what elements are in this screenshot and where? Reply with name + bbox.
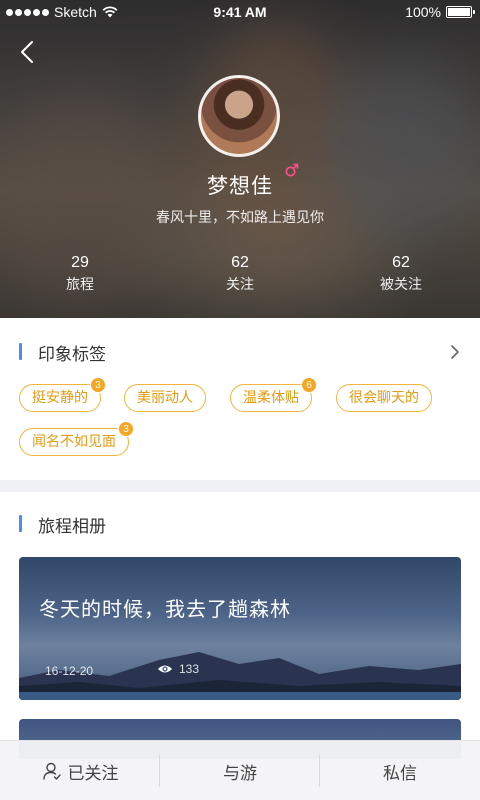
stat-followers-label: 被关注 [380, 277, 422, 293]
avatar[interactable] [198, 75, 280, 157]
tag-count-badge: 3 [118, 421, 134, 437]
section-accent-bar [19, 515, 22, 532]
section-accent-bar [19, 343, 22, 360]
album-section-header: 旅程相册 [0, 512, 480, 537]
section-divider [0, 480, 480, 492]
stat-trips-label: 旅程 [66, 277, 94, 293]
battery-icon [446, 6, 475, 18]
album-date: 16-12-20 [45, 664, 94, 678]
album-view-count: 133 [179, 662, 200, 676]
profile-signature: 春风十里，不如路上遇见你 [156, 210, 324, 226]
tag-chip[interactable]: 闻名不如见面 3 [19, 421, 134, 456]
back-arrow-icon[interactable] [14, 38, 42, 66]
tag-label: 美丽动人 [137, 390, 193, 406]
stat-following-label: 关注 [226, 277, 254, 293]
stat-following[interactable]: 62 关注 [180, 254, 300, 294]
album-views: 133 [157, 662, 199, 676]
tag-label: 温柔体贴 [243, 390, 299, 406]
tag-chip[interactable]: 温柔体贴 6 [230, 377, 317, 412]
stat-trips[interactable]: 29 旅程 [20, 254, 140, 294]
stat-following-value: 62 [231, 254, 249, 271]
tags-section-title: 印象标签 [38, 345, 106, 365]
stat-followers-value: 62 [392, 254, 410, 271]
tag-chip[interactable]: 挺安静的 3 [19, 377, 106, 412]
tag-chip[interactable]: 美丽动人 [124, 384, 206, 412]
tag-count-badge: 3 [90, 377, 106, 393]
status-right: 100% [405, 4, 475, 20]
tag-chip[interactable]: 很会聊天的 [336, 384, 432, 412]
message-button[interactable]: 私信 [320, 741, 480, 800]
profile-name: 梦想佳 [207, 174, 273, 198]
album-card[interactable]: 冬天的时候，我去了趟森林 16-12-20 133 [19, 557, 461, 700]
male-symbol-icon [285, 163, 299, 177]
profile-name-row: 梦想佳 [0, 170, 480, 200]
battery-percent: 100% [405, 4, 441, 20]
profile-stats: 29 旅程 62 关注 62 被关注 [0, 254, 480, 296]
travel-together-label: 与游 [223, 763, 257, 784]
chevron-right-icon[interactable] [448, 342, 462, 362]
follow-button-label: 已关注 [67, 763, 119, 784]
user-icon [42, 762, 61, 780]
tag-label: 闻名不如见面 [32, 434, 116, 450]
status-bar: Sketch 9:41 AM 100% [0, 0, 480, 26]
profile-header: Sketch 9:41 AM 100% 梦想佳 春风十里，不如路上遇见你 29 … [0, 0, 480, 318]
bottom-action-bar: 已关注 与游 私信 [0, 740, 480, 800]
travel-together-button[interactable]: 与游 [160, 741, 320, 800]
message-button-label: 私信 [383, 763, 417, 784]
stat-trips-value: 29 [71, 254, 89, 271]
tag-label: 很会聊天的 [349, 390, 419, 406]
tag-count-badge: 6 [301, 377, 317, 393]
tag-label: 挺安静的 [32, 390, 88, 406]
follow-button[interactable]: 已关注 [0, 741, 160, 800]
stat-followers[interactable]: 62 被关注 [341, 254, 461, 294]
album-section-title: 旅程相册 [38, 517, 106, 537]
eye-icon [158, 665, 172, 673]
album-title: 冬天的时候，我去了趟森林 [39, 597, 291, 621]
tags-section-header[interactable]: 印象标签 [0, 340, 480, 365]
